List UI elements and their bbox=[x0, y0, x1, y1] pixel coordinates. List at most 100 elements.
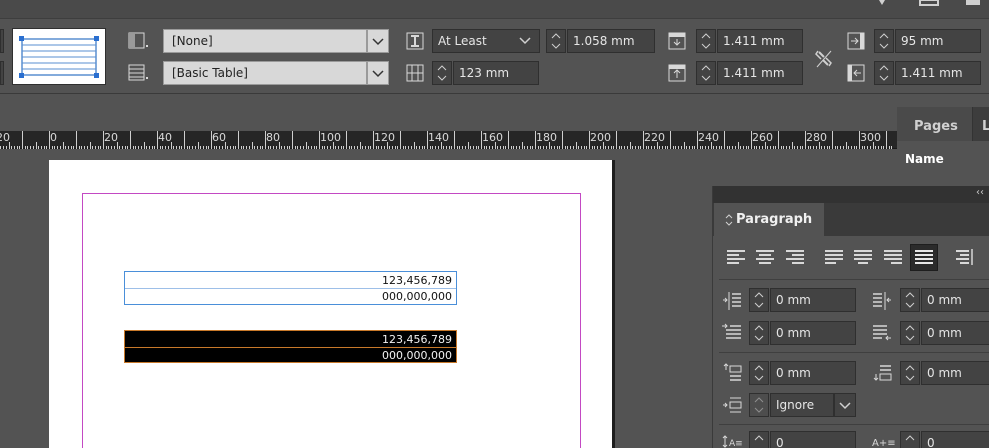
last-line-indent-icon bbox=[873, 325, 891, 341]
table-cell[interactable]: 000,000,000 bbox=[125, 348, 456, 363]
tab-layers[interactable]: L bbox=[974, 107, 989, 141]
space-after-stepper[interactable] bbox=[900, 361, 920, 385]
table-cell[interactable]: 123,456,789 bbox=[125, 332, 456, 347]
column-width-stepper[interactable] bbox=[432, 61, 452, 85]
space-before-icon bbox=[723, 363, 742, 381]
table-style-field[interactable]: [Basic Table] bbox=[163, 61, 367, 85]
ruler-tick bbox=[35, 142, 37, 149]
panel-icon[interactable] bbox=[918, 0, 940, 6]
bottom-inset-icon bbox=[668, 64, 686, 82]
ruler-tick bbox=[724, 131, 725, 149]
row-height-input[interactable]: 1.058 mm bbox=[567, 29, 655, 53]
align-center-icon[interactable] bbox=[755, 249, 775, 265]
first-line-indent-input[interactable]: 0 mm bbox=[770, 321, 856, 345]
ruler-label: 220 bbox=[644, 131, 665, 144]
align-right-icon[interactable] bbox=[785, 249, 805, 265]
panel-icon-2[interactable] bbox=[962, 0, 984, 6]
align-left-icon[interactable] bbox=[726, 249, 746, 265]
drop-cap-lines-input[interactable]: 0 bbox=[770, 431, 856, 448]
table-control-panel: [None] [Basic Table] At Least 1.058 mm 1… bbox=[0, 18, 989, 94]
collapse-icon[interactable]: ‹‹ bbox=[976, 187, 984, 198]
ruler-label: 260 bbox=[752, 131, 773, 144]
cell-style-field[interactable]: [None] bbox=[163, 29, 367, 53]
ruler-label: 20 bbox=[0, 131, 10, 144]
table-white[interactable]: 123,456,789 000,000,000 bbox=[124, 271, 457, 305]
left-edge-control-2[interactable] bbox=[0, 61, 4, 85]
justify-right-icon[interactable] bbox=[883, 249, 903, 265]
ruler-label: 160 bbox=[482, 131, 503, 144]
right-indent-input[interactable]: 0 mm bbox=[921, 288, 989, 312]
application-top-strip bbox=[0, 0, 989, 18]
ruler-label: 140 bbox=[428, 131, 449, 144]
left-indent-stepper[interactable] bbox=[749, 288, 769, 312]
align-towards-spine-icon[interactable] bbox=[953, 249, 973, 265]
panel-separator bbox=[719, 279, 989, 280]
tab-pages[interactable]: Pages bbox=[897, 107, 973, 141]
left-indent-input[interactable]: 0 mm bbox=[770, 288, 856, 312]
pages-panel: Pages L Name bbox=[897, 107, 989, 185]
ruler-tick bbox=[791, 142, 793, 149]
top-inset-input[interactable]: 1.411 mm bbox=[717, 29, 803, 53]
last-line-indent-stepper[interactable] bbox=[900, 321, 920, 345]
table-black[interactable]: 123,456,789 000,000,000 bbox=[124, 330, 457, 363]
drop-cap-chars-stepper[interactable] bbox=[900, 431, 920, 448]
grid-align-select[interactable]: Ignore bbox=[770, 393, 834, 417]
first-line-indent-stepper[interactable] bbox=[749, 321, 769, 345]
row-height-stepper[interactable] bbox=[546, 29, 566, 53]
drop-cap-lines-stepper[interactable] bbox=[749, 431, 769, 448]
right-inset-stepper[interactable] bbox=[874, 29, 894, 53]
left-inset-input[interactable]: 1.411 mm bbox=[895, 61, 981, 85]
ruler-tick bbox=[184, 131, 185, 149]
justify-left-icon[interactable] bbox=[824, 249, 844, 265]
horizontal-ruler[interactable]: 20 0 20 40 60 80 100 120 140 160 180 200… bbox=[0, 131, 897, 149]
ruler-label: 100 bbox=[320, 131, 341, 144]
pin-icon[interactable] bbox=[876, 0, 888, 6]
column-width-input[interactable]: 123 mm bbox=[453, 61, 539, 85]
space-before-input[interactable]: 0 mm bbox=[770, 361, 856, 385]
table-cell[interactable]: 123,456,789 bbox=[125, 273, 456, 288]
table-proxy-preview[interactable] bbox=[12, 28, 106, 85]
ruler-tick bbox=[76, 131, 77, 149]
column-width-icon bbox=[406, 64, 424, 82]
justify-center-icon[interactable] bbox=[853, 249, 873, 265]
left-indent-icon bbox=[723, 292, 741, 310]
top-inset-stepper[interactable] bbox=[696, 29, 716, 53]
left-inset-stepper[interactable] bbox=[874, 61, 894, 85]
left-edge-control[interactable] bbox=[0, 29, 4, 53]
drop-cap-chars-input[interactable]: 0 bbox=[921, 431, 989, 448]
table-style-dropdown[interactable] bbox=[367, 61, 389, 85]
cell-style-icon bbox=[128, 32, 148, 49]
ruler-label: 0 bbox=[50, 131, 57, 144]
last-line-indent-input[interactable]: 0 mm bbox=[921, 321, 989, 345]
tab-paragraph[interactable]: Paragraph bbox=[714, 203, 824, 236]
space-before-stepper[interactable] bbox=[749, 361, 769, 385]
ruler-tick bbox=[251, 142, 253, 149]
justify-all-button[interactable] bbox=[910, 244, 938, 271]
cell-style-dropdown[interactable] bbox=[367, 29, 389, 53]
panel-collapse-bar[interactable]: ‹‹ bbox=[713, 186, 989, 203]
ruler-tick bbox=[521, 142, 523, 149]
right-inset-input[interactable]: 95 mm bbox=[895, 29, 981, 53]
ruler-tick bbox=[238, 131, 239, 149]
ruler-label: 200 bbox=[590, 131, 611, 144]
ruler-tick bbox=[629, 142, 631, 149]
pages-name-header: Name bbox=[905, 152, 944, 166]
grid-align-stepper[interactable] bbox=[749, 393, 769, 417]
tab-layers-label: L bbox=[982, 119, 989, 134]
right-indent-stepper[interactable] bbox=[900, 288, 920, 312]
bottom-inset-stepper[interactable] bbox=[696, 61, 716, 85]
first-line-indent-icon bbox=[722, 323, 741, 339]
chain-link-icon[interactable] bbox=[814, 48, 834, 70]
bottom-inset-input[interactable]: 1.411 mm bbox=[717, 61, 803, 85]
ruler-tick bbox=[683, 142, 685, 149]
ruler-tick bbox=[616, 131, 617, 149]
paragraph-panel: ‹‹ Paragraph 0 mm 0 mm 0 mm 0 mm 0 mm 0 … bbox=[712, 186, 989, 448]
ruler-label: 80 bbox=[266, 131, 280, 144]
ruler-tick bbox=[737, 142, 739, 149]
grid-align-dropdown[interactable] bbox=[834, 393, 856, 417]
top-inset-icon bbox=[668, 32, 686, 50]
ruler-label: 300 bbox=[860, 131, 881, 144]
ruler-tick bbox=[832, 131, 833, 149]
space-after-input[interactable]: 0 mm bbox=[921, 361, 989, 385]
table-cell[interactable]: 000,000,000 bbox=[125, 289, 456, 304]
